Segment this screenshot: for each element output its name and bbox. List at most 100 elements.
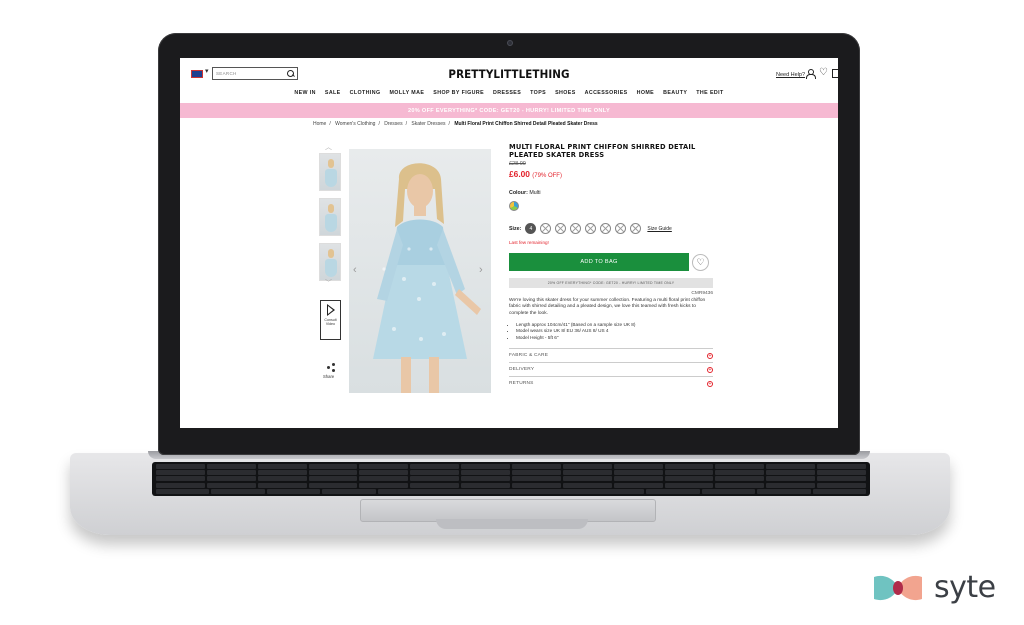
keyboard-key bbox=[715, 476, 765, 482]
nav-item-sale[interactable]: SALE bbox=[325, 90, 341, 96]
keyboard-key bbox=[206, 482, 256, 488]
thumbnail-2[interactable] bbox=[319, 198, 341, 236]
keyboard-key bbox=[308, 470, 358, 476]
breadcrumb-separator: / bbox=[329, 121, 331, 127]
size-label: Size: bbox=[509, 225, 522, 232]
heart-icon[interactable]: ♡ bbox=[692, 253, 709, 271]
keyboard-key bbox=[664, 482, 714, 488]
wishlist-icon[interactable]: ♡ bbox=[819, 67, 828, 78]
nav-item-dresses[interactable]: DRESSES bbox=[493, 90, 521, 96]
accordion-returns[interactable]: RETURNS + bbox=[509, 376, 713, 390]
accordion-delivery[interactable]: DELIVERY + bbox=[509, 362, 713, 376]
syte-watermark: syte bbox=[872, 570, 996, 605]
keyboard-key bbox=[715, 482, 765, 488]
video-label: Consult Video bbox=[324, 318, 337, 327]
keyboard-key bbox=[613, 482, 663, 488]
promo-banner[interactable]: 20% OFF EVERYTHING* CODE: GET20 - HURRY!… bbox=[180, 103, 838, 118]
keyboard-key bbox=[410, 464, 460, 469]
prev-image-icon[interactable]: ‹ bbox=[353, 264, 357, 276]
nav-item-molly-mae[interactable]: MOLLY MAE bbox=[389, 90, 424, 96]
keyboard-key bbox=[461, 482, 511, 488]
account-icon[interactable] bbox=[806, 69, 816, 79]
cta-row: ADD TO BAG ♡ bbox=[509, 253, 713, 271]
keyboard-row bbox=[156, 482, 867, 488]
stock-note: Last few remaining! bbox=[509, 240, 549, 245]
keyboard-key bbox=[817, 464, 867, 469]
share-icon[interactable] bbox=[327, 363, 335, 372]
was-price: £28.00 bbox=[509, 161, 526, 167]
colour-value: Multi bbox=[529, 190, 541, 196]
next-image-icon[interactable]: › bbox=[479, 264, 483, 276]
colour-swatch[interactable] bbox=[509, 201, 519, 211]
keyboard-row bbox=[156, 476, 867, 482]
stage: ▾ SEARCH PRETTYLITTLETHING Need Help? ♡ … bbox=[0, 0, 1024, 625]
laptop-notch bbox=[436, 519, 588, 529]
size-option-unavailable bbox=[630, 223, 642, 234]
keyboard-key bbox=[308, 482, 358, 488]
accordion-label: DELIVERY bbox=[509, 367, 535, 373]
product-details-list: Length approx 104cm/41" (Based on a samp… bbox=[509, 322, 713, 341]
product-image[interactable] bbox=[349, 149, 491, 393]
chevron-down-icon[interactable]: ▾ bbox=[205, 67, 209, 75]
keyboard-key bbox=[410, 470, 460, 476]
keyboard-key bbox=[715, 464, 765, 469]
keyboard-key bbox=[308, 464, 358, 469]
plus-icon[interactable]: + bbox=[707, 380, 713, 387]
uk-flag-icon[interactable] bbox=[191, 70, 203, 78]
nav-item-clothing[interactable]: CLOTHING bbox=[350, 90, 381, 96]
nav-item-accessories[interactable]: ACCESSORIES bbox=[585, 90, 628, 96]
keyboard-key bbox=[211, 488, 265, 494]
keyboard-key bbox=[410, 476, 460, 482]
size-option-unavailable bbox=[540, 223, 552, 234]
breadcrumb-womens-clothing[interactable]: Women's Clothing bbox=[335, 121, 375, 127]
chevron-down-icon[interactable]: ﹀ bbox=[325, 278, 332, 288]
nav-item-shop-by-figure[interactable]: SHOP BY FIGURE bbox=[433, 90, 484, 96]
breadcrumb-separator: / bbox=[378, 121, 380, 127]
nav-item-tops[interactable]: TOPS bbox=[530, 90, 546, 96]
thumbnail-1[interactable] bbox=[319, 153, 341, 191]
breadcrumb-dresses[interactable]: Dresses bbox=[384, 121, 402, 127]
keyboard-row bbox=[156, 470, 867, 476]
accordion-fabric-care[interactable]: FABRIC & CARE + bbox=[509, 348, 713, 362]
plus-icon[interactable]: + bbox=[707, 352, 713, 359]
keyboard-row bbox=[156, 464, 867, 469]
size-option-unavailable bbox=[600, 223, 612, 234]
nav-item-new-in[interactable]: NEW IN bbox=[294, 90, 316, 96]
accordion: FABRIC & CARE + DELIVERY + RETURNS + bbox=[509, 348, 713, 390]
keyboard-key bbox=[257, 482, 307, 488]
size-option-unavailable bbox=[615, 223, 627, 234]
size-option-unavailable bbox=[555, 223, 567, 234]
keyboard-key bbox=[359, 476, 409, 482]
keyboard-key bbox=[206, 464, 256, 469]
breadcrumb-skater-dresses[interactable]: Skater Dresses bbox=[411, 121, 445, 127]
nav-item-beauty[interactable]: BEAUTY bbox=[663, 90, 687, 96]
keyboard-key bbox=[646, 488, 700, 494]
size-guide-link[interactable]: Size Guide bbox=[647, 226, 671, 232]
keyboard-key bbox=[512, 464, 561, 469]
keyboard-key bbox=[766, 482, 816, 488]
colour-label: Colour: bbox=[509, 190, 528, 196]
keyboard-key bbox=[206, 476, 256, 482]
model-illustration bbox=[373, 163, 481, 393]
keyboard-key bbox=[664, 470, 714, 476]
camera-icon bbox=[507, 40, 513, 46]
nav-item-home[interactable]: HOME bbox=[637, 90, 655, 96]
consult-video-button[interactable]: Consult Video bbox=[320, 300, 341, 340]
main-nav: NEW IN SALE CLOTHING MOLLY MAE SHOP BY F… bbox=[180, 90, 838, 96]
help-link[interactable]: Need Help? bbox=[776, 72, 805, 78]
add-to-bag-button[interactable]: ADD TO BAG bbox=[509, 253, 689, 271]
nav-item-the-edit[interactable]: THE EDIT bbox=[696, 90, 723, 96]
nav-item-shoes[interactable]: SHOES bbox=[555, 90, 576, 96]
bag-icon[interactable] bbox=[832, 69, 838, 78]
site-logo[interactable]: PRETTYLITTLETHING bbox=[213, 67, 805, 81]
share-label[interactable]: Share bbox=[323, 374, 334, 379]
plus-icon[interactable]: + bbox=[707, 366, 713, 373]
keyboard-row bbox=[156, 488, 867, 494]
breadcrumb-separator: / bbox=[448, 121, 450, 127]
size-option[interactable]: 4 bbox=[525, 223, 537, 234]
chevron-up-icon[interactable]: ︿ bbox=[325, 142, 332, 152]
keyboard-key bbox=[664, 476, 714, 482]
syte-logo-icon bbox=[874, 575, 922, 600]
breadcrumb-home[interactable]: Home bbox=[313, 121, 326, 127]
thumbnail-3[interactable] bbox=[319, 243, 341, 281]
